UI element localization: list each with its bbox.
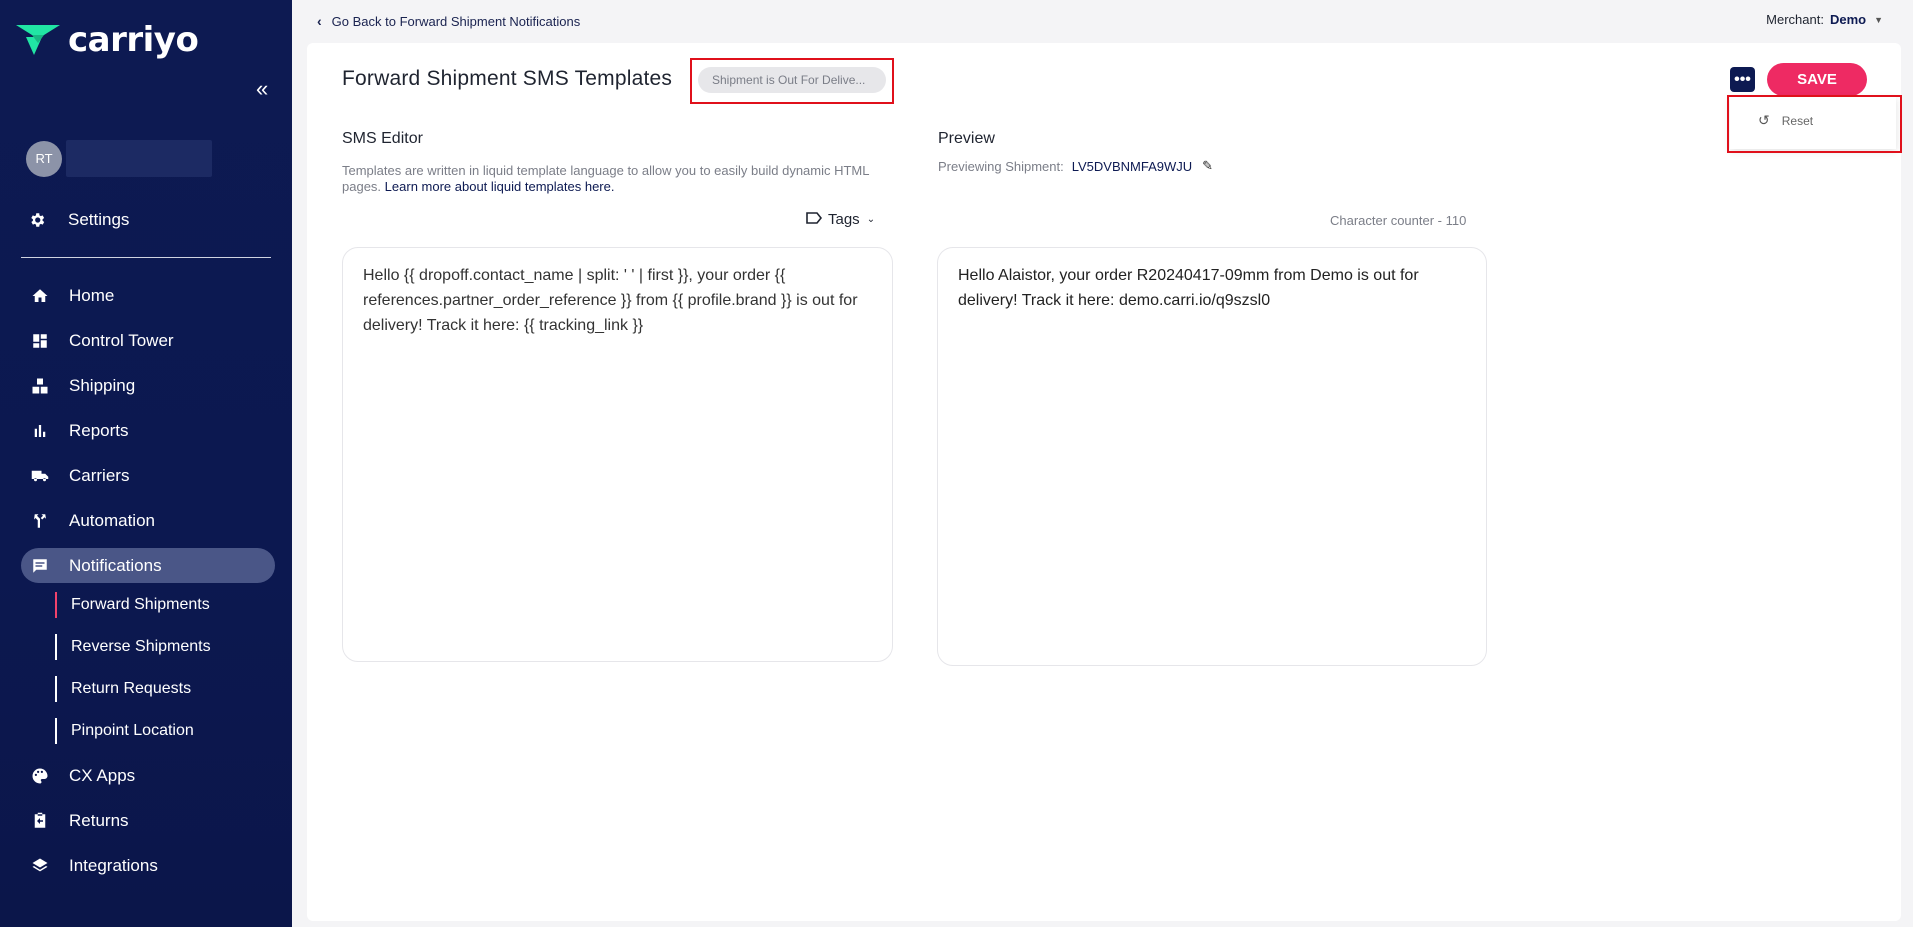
user-profile[interactable]: RT bbox=[26, 140, 212, 177]
sms-preview: Hello Alaistor, your order R20240417-09m… bbox=[937, 247, 1487, 666]
sidebar-subitem-reverse-shipments[interactable]: Reverse Shipments bbox=[21, 632, 275, 662]
sidebar-item-cx-apps[interactable]: CX Apps bbox=[21, 758, 275, 793]
sidebar-item-carriers[interactable]: Carriers bbox=[21, 458, 275, 493]
page-title: Forward Shipment SMS Templates bbox=[342, 67, 673, 90]
sidebar-item-control-tower[interactable]: Control Tower bbox=[21, 323, 275, 358]
tags-dropdown[interactable]: Tags ⌄ bbox=[806, 211, 875, 228]
carriyo-logo-icon bbox=[16, 25, 60, 55]
sidebar-item-integrations[interactable]: Integrations bbox=[21, 848, 275, 883]
bar-chart-icon bbox=[29, 420, 51, 442]
boxes-icon bbox=[29, 375, 51, 397]
sms-editor-textarea[interactable]: Hello {{ dropoff.contact_name | split: '… bbox=[342, 247, 893, 662]
sidebar-divider bbox=[21, 257, 271, 258]
sidebar-item-label: Automation bbox=[69, 510, 155, 530]
merchant-value: Demo bbox=[1829, 12, 1867, 27]
sidebar-subitem-return-requests[interactable]: Return Requests bbox=[21, 674, 275, 704]
back-link[interactable]: ‹ Go Back to Forward Shipment Notificati… bbox=[317, 13, 580, 29]
sidebar-subitem-pinpoint-location[interactable]: Pinpoint Location bbox=[21, 716, 275, 746]
collapse-sidebar-icon[interactable]: « bbox=[256, 78, 276, 100]
sms-editor-title: SMS Editor bbox=[342, 130, 423, 147]
sidebar-item-label: Returns bbox=[69, 810, 129, 830]
tags-label: Tags bbox=[828, 211, 860, 228]
tag-icon bbox=[806, 211, 823, 228]
sidebar-item-settings[interactable]: Settings bbox=[28, 210, 129, 230]
sidebar-item-label: Home bbox=[69, 285, 115, 305]
sidebar-item-label: Notifications bbox=[69, 555, 162, 575]
sidebar: carriyo « RT Settings Home Control Tower… bbox=[0, 0, 292, 927]
merchant-label: Merchant: bbox=[1766, 12, 1824, 27]
merchant-selector[interactable]: Merchant: Demo ▼ bbox=[1766, 12, 1883, 27]
pencil-icon[interactable]: ✎ bbox=[1202, 158, 1213, 174]
sidebar-item-label: Control Tower bbox=[69, 330, 174, 350]
preview-title: Preview bbox=[938, 130, 995, 147]
return-icon bbox=[29, 810, 51, 832]
shipment-id: LV5DVBNMFA9WJU bbox=[1071, 158, 1193, 174]
logo-text: carriyo bbox=[68, 20, 199, 60]
save-button[interactable]: SAVE bbox=[1767, 63, 1867, 96]
sidebar-item-label: CX Apps bbox=[69, 765, 136, 785]
notifications-subnav: Forward Shipments Reverse Shipments Retu… bbox=[21, 590, 275, 746]
sidebar-item-label: Settings bbox=[68, 210, 130, 229]
sidebar-item-label: Shipping bbox=[69, 375, 136, 395]
more-options-button[interactable]: ••• bbox=[1730, 67, 1755, 92]
highlight-box bbox=[690, 58, 894, 104]
sidebar-subitem-forward-shipments[interactable]: Forward Shipments bbox=[21, 590, 275, 620]
sidebar-item-label: Reports bbox=[69, 420, 129, 440]
chat-icon bbox=[29, 555, 51, 577]
avatar: RT bbox=[26, 140, 62, 177]
fork-icon bbox=[29, 510, 51, 532]
character-counter: Character counter - 110 bbox=[1330, 213, 1467, 228]
gear-icon bbox=[28, 211, 50, 229]
dashboard-icon bbox=[29, 330, 51, 352]
sidebar-item-automation[interactable]: Automation bbox=[21, 503, 275, 538]
highlight-box bbox=[1727, 95, 1902, 153]
sidebar-item-label: Integrations bbox=[69, 855, 158, 875]
carriyo-logo[interactable]: carriyo bbox=[14, 20, 199, 60]
home-icon bbox=[29, 285, 51, 307]
sidebar-item-notifications[interactable]: Notifications bbox=[21, 548, 275, 583]
chevron-left-icon: ‹ bbox=[317, 13, 322, 29]
sidebar-item-reports[interactable]: Reports bbox=[21, 413, 275, 448]
chevron-down-icon: ▼ bbox=[1874, 14, 1883, 25]
liquid-templates-link[interactable]: Learn more about liquid templates here. bbox=[385, 179, 615, 194]
main-nav: Home Control Tower Shipping Reports Carr… bbox=[21, 278, 275, 893]
back-link-label: Go Back to Forward Shipment Notification… bbox=[331, 13, 581, 29]
previewing-shipment: Previewing Shipment: LV5DVBNMFA9WJU ✎ bbox=[938, 158, 1213, 174]
palette-icon bbox=[29, 765, 51, 787]
sidebar-item-home[interactable]: Home bbox=[21, 278, 275, 313]
layers-icon bbox=[29, 855, 51, 877]
chevron-down-icon: ⌄ bbox=[866, 214, 876, 225]
user-name bbox=[66, 140, 212, 177]
sidebar-item-shipping[interactable]: Shipping bbox=[21, 368, 275, 403]
editor-helper-text: Templates are written in liquid template… bbox=[342, 163, 882, 195]
previewing-label: Previewing Shipment: bbox=[938, 158, 1064, 174]
sidebar-item-returns[interactable]: Returns bbox=[21, 803, 275, 838]
sidebar-item-label: Carriers bbox=[69, 465, 130, 485]
truck-icon bbox=[29, 465, 51, 487]
